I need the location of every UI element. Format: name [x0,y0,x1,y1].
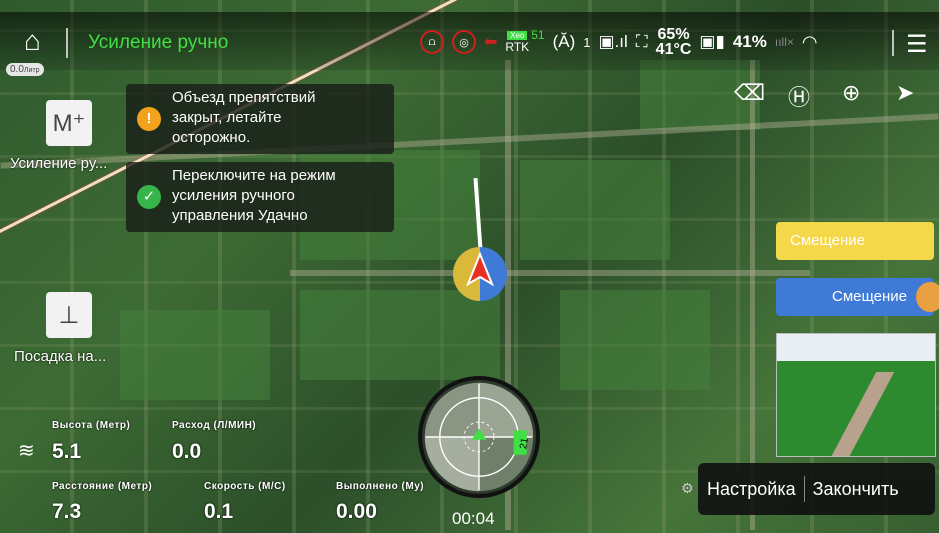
battery-temp: 41°C [655,41,692,58]
road [750,60,755,530]
warning-icon: ! [137,107,161,131]
success-toast: ✓ Переключите на режим усиления ручного … [126,162,394,232]
distance-value: 7.3 [52,500,82,523]
divider [803,476,805,502]
tank-level: 0.0Литр [6,63,44,76]
arrow-left-icon: ⬅ [484,34,498,51]
rtk-label: RTK [505,39,530,54]
toast-line: управления Удачно [172,207,308,224]
altitude-label: Высота (Метр) [52,420,131,431]
rtk-badge: Xeo [507,30,528,40]
offset-blue-label: Смещение [832,288,908,305]
eraser-icon[interactable]: ⌫ [734,80,765,106]
divider [892,30,894,56]
altitude-value: 5.1 [52,440,82,463]
toast-line: усиления ручного [172,187,295,204]
manual-mode-icon: M⁺ [52,109,86,137]
drone-icon: ⛶ [635,32,648,51]
speed-label: Скорость (М/С) [204,481,286,492]
flight-timer: 00:04 [452,509,495,528]
landing-icon: ⊥ [58,301,80,329]
navigation-icon[interactable]: ➤ [896,80,914,106]
home-icon[interactable]: ⌂ [24,26,54,56]
tank-value: 0.0 [10,64,24,75]
wifi-icon: ◠ [801,31,818,52]
cellular-icon: ııll× [774,35,794,49]
home-point-icon[interactable]: Ⓗ [788,80,810,112]
toast-line: закрыт, летайте [172,109,282,126]
toast-line: Переключите на режим [172,167,336,184]
manual-boost-label: Усиление ру... [10,155,108,172]
field-patch [120,310,270,400]
landing-label: Посадка на... [14,348,107,365]
locate-icon[interactable]: ⊕ [842,80,860,106]
signal-count: 1 [583,34,591,50]
camera-path [817,372,895,456]
speed-value: 0.1 [204,500,234,523]
flow-value: 0.0 [172,440,202,463]
radar-signal-icon: ◎ [452,30,476,54]
toast-line: Объезд препятствий [172,89,316,106]
settings-icon: ⚙ [681,480,694,496]
divider [66,28,68,58]
status-bar: ⩍ ◎ ⬅ Xeo RTK 51 (Ᾰ) 1 ▣.ıl ⛶ 65% 41°C ▣… [420,24,818,60]
completed-label: Выполнено (Му) [336,481,425,492]
offset-blue-button[interactable]: Смещение [776,278,939,316]
field-patch [300,290,500,380]
finish-button[interactable]: Закончить [813,479,899,500]
landing-button[interactable]: ⊥ [46,292,92,338]
offset-knob[interactable] [916,282,939,312]
tank-unit: Литр [23,67,40,74]
offset-yellow-button[interactable]: Смещение [776,222,934,260]
camera-preview[interactable] [776,333,936,457]
road [290,270,810,276]
distance-label: Расстояние (Метр) [52,481,153,492]
remote-battery-icon: ▣▮ [699,32,725,51]
obstacle-radar-icon: ⩍ [420,30,444,54]
bottom-action-bar: Настройка Закончить [698,463,935,515]
battery-status: 65% 41°C [655,26,692,58]
battery-percent: 65% [657,26,690,43]
remote-signal-icon: ▣.ıl [598,32,628,51]
drone-marker-icon[interactable] [452,246,508,302]
warning-toast: ! Объезд препятствий закрыт, летайте ост… [126,84,394,154]
page-title: Усиление ручно [88,32,229,53]
satellite-count: 51 [531,28,545,42]
flow-label: Расход (Л/МИН) [172,420,257,431]
altitude-signal-icon: ≋ [18,440,35,462]
check-icon: ✓ [137,185,161,209]
compass-marker: 21 [518,437,531,450]
menu-icon[interactable]: ☰ [906,30,928,59]
field-patch [520,160,670,260]
field-patch [560,290,710,390]
settings-button[interactable]: Настройка [698,479,796,500]
remote-battery-percent: 41% [732,32,767,51]
rtk-status: Xeo RTK [505,30,530,54]
completed-value: 0.00 [336,500,377,523]
antenna-icon: (Ᾰ) [552,32,576,51]
manual-boost-button[interactable]: M⁺ [46,100,92,146]
toast-line: осторожно. [172,129,251,146]
